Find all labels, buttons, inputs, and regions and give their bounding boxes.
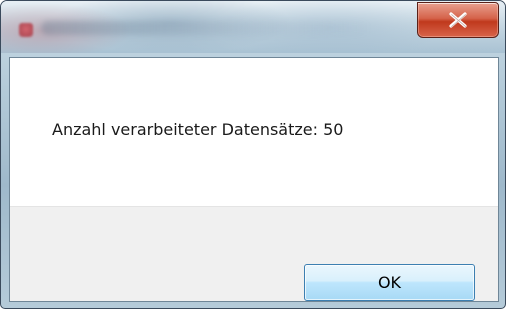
window-title-blurred bbox=[41, 21, 371, 35]
message-text: Anzahl verarbeiteter Datensätze: 50 bbox=[52, 120, 344, 139]
close-button[interactable] bbox=[417, 2, 499, 38]
button-area: OK bbox=[10, 206, 498, 301]
title-bar[interactable] bbox=[1, 1, 505, 53]
message-dialog-window: Anzahl verarbeiteter Datensätze: 50 OK bbox=[0, 0, 506, 309]
dialog-content: Anzahl verarbeiteter Datensätze: 50 OK bbox=[9, 57, 499, 302]
message-area: Anzahl verarbeiteter Datensätze: 50 bbox=[10, 58, 498, 206]
close-icon bbox=[449, 12, 467, 28]
app-icon bbox=[19, 23, 33, 37]
ok-button[interactable]: OK bbox=[304, 264, 475, 301]
